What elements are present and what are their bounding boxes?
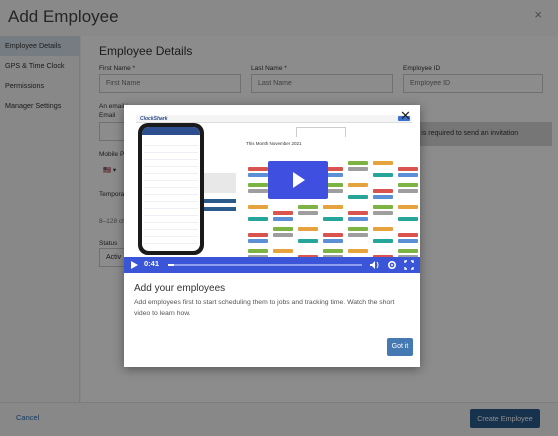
calendar-event	[273, 249, 293, 253]
phone-mockup	[138, 123, 204, 255]
calendar-event	[248, 239, 268, 243]
calendar-event	[323, 217, 343, 221]
video-player[interactable]: ClockShark This Month November 2021 ✕ 0:…	[124, 105, 420, 273]
modal-close-icon[interactable]: ✕	[400, 109, 411, 122]
calendar-event	[248, 249, 268, 253]
progress-track[interactable]	[168, 264, 362, 266]
calendar-event	[398, 173, 418, 177]
video-controls: 0:41	[124, 257, 420, 273]
calendar-event	[348, 183, 368, 187]
calendar-event	[373, 205, 393, 209]
play-button[interactable]	[268, 161, 328, 199]
modal-title: Add your employees	[134, 283, 226, 294]
phone-list	[144, 139, 198, 245]
calendar-event	[348, 211, 368, 215]
calendar-event	[398, 189, 418, 193]
video-modal: ClockShark This Month November 2021 ✕ 0:…	[124, 105, 420, 367]
calendar-event	[323, 233, 343, 237]
app-top-bar: ClockShark	[136, 115, 412, 123]
settings-gear-icon[interactable]	[387, 260, 397, 270]
calendar-event	[398, 233, 418, 237]
calendar-event	[248, 183, 268, 187]
background-bar-2	[200, 207, 236, 211]
calendar-event	[348, 233, 368, 237]
calendar-event	[348, 217, 368, 221]
calendar-event	[248, 205, 268, 209]
calendar-event	[398, 217, 418, 221]
calendar-event	[348, 249, 368, 253]
fullscreen-icon[interactable]	[404, 260, 414, 270]
calendar-event	[398, 239, 418, 243]
play-icon	[293, 172, 305, 188]
calendar-title: This Month November 2021	[246, 141, 302, 146]
got-it-button[interactable]: Got it	[387, 338, 413, 356]
phone-screen	[142, 127, 200, 251]
calendar-event	[373, 173, 393, 177]
calendar-event	[273, 211, 293, 215]
calendar-event	[398, 183, 418, 187]
calendar-event	[273, 227, 293, 231]
calendar-event	[298, 227, 318, 231]
calendar-event	[323, 239, 343, 243]
calendar-event	[298, 211, 318, 215]
calendar-event	[248, 233, 268, 237]
calendar-event	[273, 233, 293, 237]
calendar-event	[398, 167, 418, 171]
calendar-event	[273, 217, 293, 221]
calendar-event	[248, 217, 268, 221]
calendar-event	[373, 211, 393, 215]
calendar-event	[398, 249, 418, 253]
calendar-event	[248, 189, 268, 193]
modal-description: Add employees first to start scheduling …	[134, 299, 395, 317]
calendar-event	[348, 227, 368, 231]
calendar-event	[298, 239, 318, 243]
calendar-event	[373, 189, 393, 193]
calendar-view: This Month November 2021	[244, 137, 420, 265]
calendar-event	[373, 195, 393, 199]
calendar-event	[248, 173, 268, 177]
calendar-event	[373, 239, 393, 243]
small-play-icon[interactable]	[130, 261, 138, 269]
calendar-event	[298, 205, 318, 209]
calendar-event	[323, 205, 343, 209]
calendar-event	[373, 227, 393, 231]
calendar-event	[248, 167, 268, 171]
progress-fill	[168, 264, 174, 266]
brand-logo: ClockShark	[140, 116, 168, 122]
video-time: 0:41	[144, 259, 160, 268]
phone-header	[142, 127, 200, 135]
volume-icon[interactable]	[370, 261, 380, 269]
calendar-event	[348, 161, 368, 165]
calendar-event	[348, 195, 368, 199]
calendar-event	[373, 161, 393, 165]
calendar-event	[323, 249, 343, 253]
calendar-event	[398, 205, 418, 209]
calendar-event	[348, 167, 368, 171]
background-panel	[200, 173, 236, 193]
background-bar-1	[200, 199, 236, 203]
